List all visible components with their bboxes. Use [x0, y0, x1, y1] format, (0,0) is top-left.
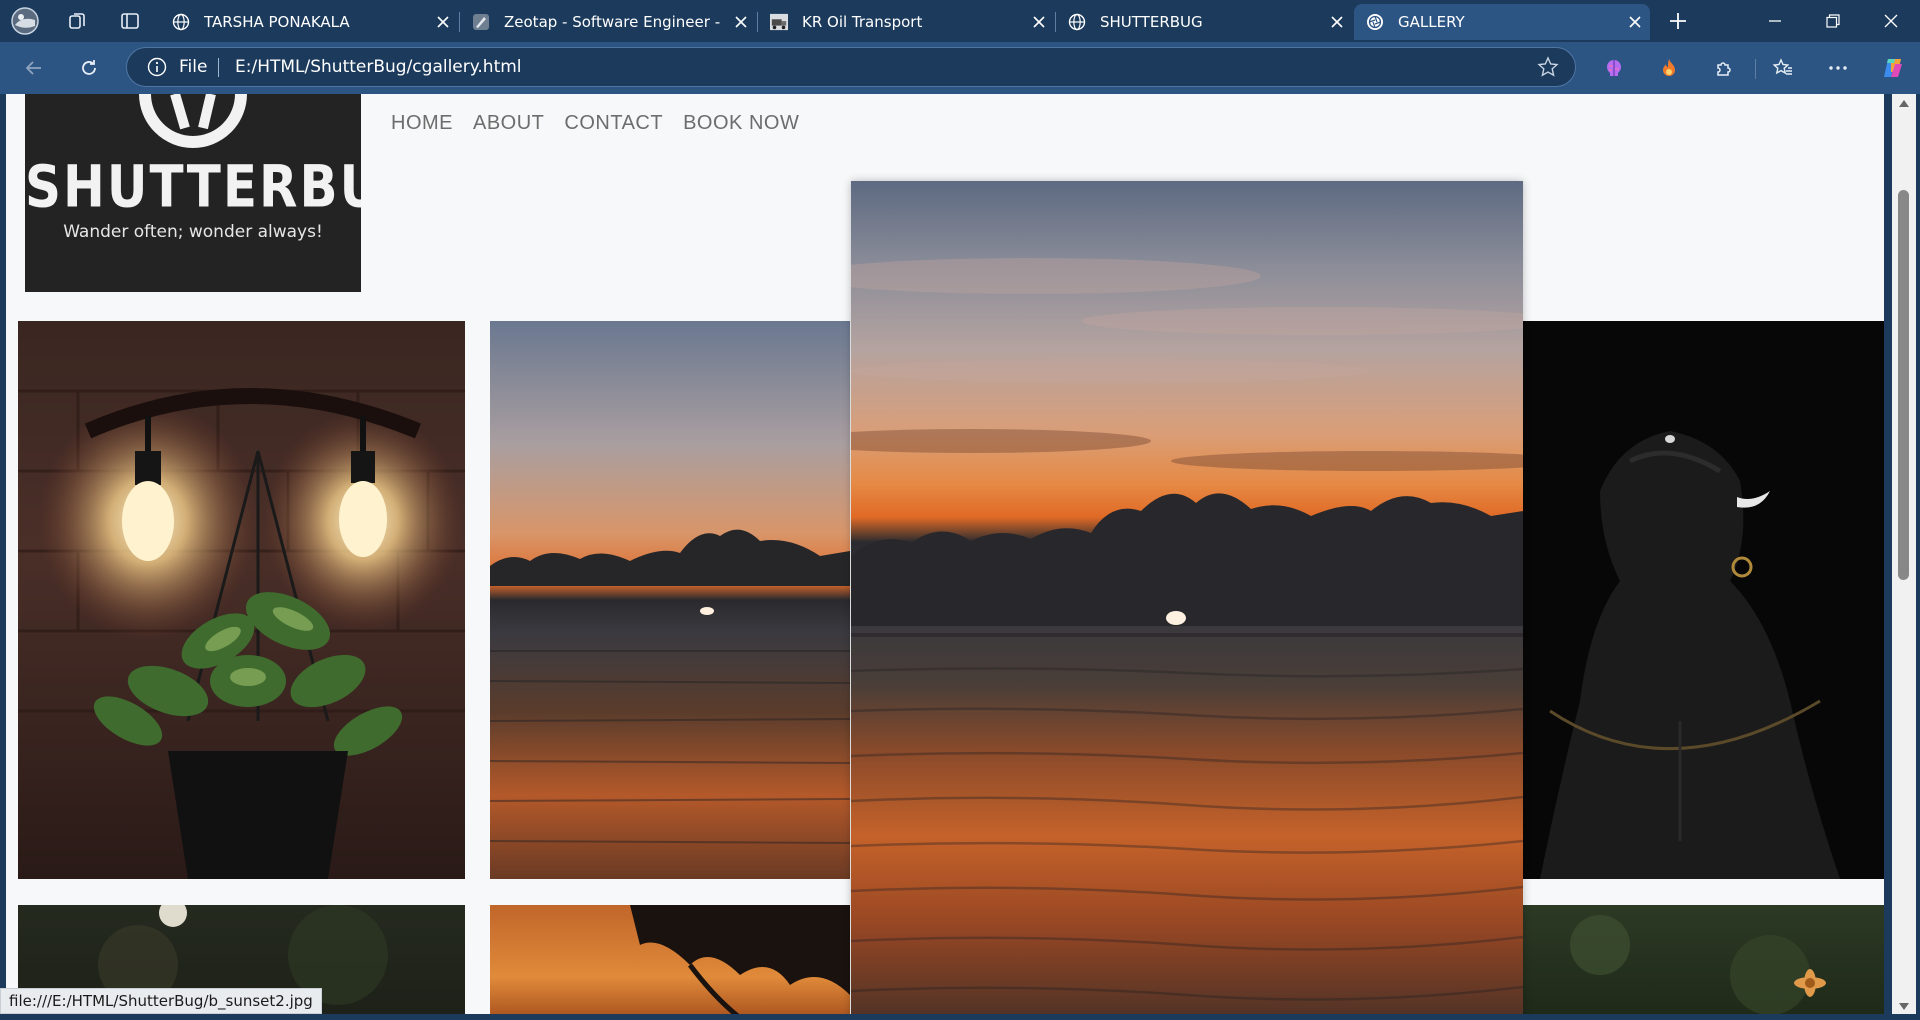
info-icon[interactable]	[147, 57, 167, 77]
url-text[interactable]: E:/HTML/ShutterBug/cgallery.html	[235, 57, 522, 77]
close-tab-icon[interactable]	[1620, 7, 1650, 37]
scheme-label: File	[179, 57, 208, 77]
sunset-sea-enlarged-photo	[851, 181, 1523, 1014]
globe-icon	[1068, 13, 1086, 31]
tab-actions-icon[interactable]	[115, 6, 145, 36]
tab-title: SHUTTERBUG	[1100, 13, 1203, 31]
camera-aperture-icon	[139, 94, 247, 148]
back-icon[interactable]	[16, 50, 52, 86]
truck-favicon	[770, 13, 788, 31]
statue-photo	[1540, 431, 1840, 879]
page-viewport: SHUTTERBUG Wander often; wonder always! …	[6, 94, 1884, 1014]
tab-kr-oil-transport[interactable]: KR Oil Transport	[758, 4, 1054, 40]
gallery-photo-sunset-tree[interactable]	[490, 905, 850, 1014]
gallery-photo-sunset-sea[interactable]	[490, 321, 850, 879]
sunset-sea-photo	[490, 321, 850, 879]
logo-wordmark: SHUTTERBUG	[25, 153, 361, 221]
pen-icon	[472, 13, 490, 31]
tab-gallery[interactable]: GALLERY	[1354, 4, 1650, 40]
close-tab-icon[interactable]	[1024, 7, 1054, 37]
close-window-icon[interactable]	[1862, 0, 1920, 42]
flowers-photo	[1570, 915, 1826, 1014]
status-link-preview: file:///E:/HTML/ShutterBug/b_sunset2.jpg	[0, 988, 322, 1014]
minimize-icon[interactable]	[1746, 0, 1804, 42]
gallery-photo-statue[interactable]	[1520, 321, 1884, 879]
globe-icon	[172, 13, 190, 31]
scroll-up-arrow-icon[interactable]	[1899, 100, 1909, 107]
gallery-photo-enlarged[interactable]	[851, 181, 1523, 1014]
sunset-tree-photo	[630, 905, 850, 1014]
site-nav: HOME ABOUT CONTACT BOOK NOW	[391, 112, 799, 135]
tab-title: GALLERY	[1398, 13, 1465, 31]
tab-title: TARSHA PONAKALA	[204, 13, 350, 31]
nav-home[interactable]: HOME	[391, 112, 453, 135]
workspaces-icon[interactable]	[62, 6, 92, 36]
gallery-photo-flowers[interactable]	[1520, 905, 1884, 1014]
tab-zeotap[interactable]: Zeotap - Software Engineer - Inte	[460, 4, 756, 40]
restore-icon[interactable]	[1804, 0, 1862, 42]
address-bar[interactable]: File E:/HTML/ShutterBug/cgallery.html	[126, 47, 1576, 87]
brain-extension-icon[interactable]	[1597, 51, 1631, 85]
aperture-icon	[1366, 13, 1384, 31]
gallery-photo-lamps-plant[interactable]	[18, 321, 465, 879]
close-tab-icon[interactable]	[726, 7, 756, 37]
flame-extension-icon[interactable]	[1652, 51, 1686, 85]
scroll-thumb[interactable]	[1898, 190, 1909, 580]
tab-strip: TARSHA PONAKALA Zeotap - Software Engine…	[0, 0, 1920, 42]
tab-title: KR Oil Transport	[802, 13, 923, 31]
tab-shutterbug[interactable]: SHUTTERBUG	[1056, 4, 1352, 40]
scroll-down-arrow-icon[interactable]	[1899, 1003, 1909, 1010]
favorite-star-icon[interactable]	[1537, 56, 1559, 78]
more-menu-icon[interactable]	[1821, 51, 1855, 85]
address-divider	[218, 58, 219, 77]
nav-book-now[interactable]: BOOK NOW	[683, 112, 799, 135]
favorites-icon[interactable]	[1766, 51, 1800, 85]
new-tab-icon[interactable]	[1663, 6, 1693, 36]
toolbar-divider	[1755, 59, 1756, 79]
copilot-icon[interactable]	[1876, 51, 1910, 85]
lamps-plant-photo	[18, 388, 465, 879]
refresh-icon[interactable]	[71, 50, 107, 86]
profile-avatar[interactable]	[10, 6, 40, 36]
nav-about[interactable]: ABOUT	[473, 112, 544, 135]
logo-tagline: Wander often; wonder always!	[63, 222, 323, 242]
page-scrollbar[interactable]	[1892, 94, 1916, 1014]
browser-toolbar: File E:/HTML/ShutterBug/cgallery.html	[0, 42, 1920, 94]
nav-contact[interactable]: CONTACT	[564, 112, 663, 135]
close-tab-icon[interactable]	[428, 7, 458, 37]
tab-tarsha-ponakala[interactable]: TARSHA PONAKALA	[160, 4, 458, 40]
close-tab-icon[interactable]	[1322, 7, 1352, 37]
tab-title: Zeotap - Software Engineer - Inte	[504, 13, 726, 31]
extensions-puzzle-icon[interactable]	[1707, 51, 1741, 85]
site-logo[interactable]: SHUTTERBUG Wander often; wonder always!	[25, 94, 361, 292]
